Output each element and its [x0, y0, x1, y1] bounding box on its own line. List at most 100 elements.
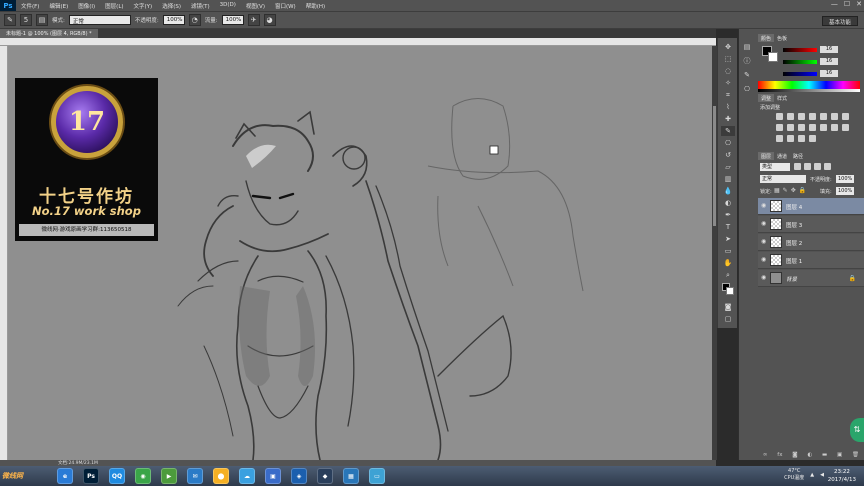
tab-channels[interactable]: 通道	[774, 152, 790, 160]
levels-icon[interactable]	[787, 113, 794, 120]
ruler-vertical[interactable]	[0, 46, 8, 460]
pen-tool-icon[interactable]: ✒	[721, 210, 735, 220]
taskbar-app-icon[interactable]: ▦	[343, 468, 359, 484]
taskbar-app-icon[interactable]: ▶	[161, 468, 177, 484]
channel-mixer-icon[interactable]	[809, 124, 816, 131]
stamp-tool-icon[interactable]: ⎔	[721, 138, 735, 148]
color-spectrum-shade[interactable]	[758, 89, 860, 92]
posterize-icon[interactable]	[842, 124, 849, 131]
hand-tool-icon[interactable]: ✋	[721, 258, 735, 268]
floating-widget-icon[interactable]: ⇅	[850, 418, 864, 442]
taskbar-app-icon[interactable]: QQ	[109, 468, 125, 484]
bw-icon[interactable]	[787, 124, 794, 131]
layer-row[interactable]: ◉ 图层 4	[758, 198, 864, 215]
menu-item[interactable]: 文件(F)	[16, 2, 44, 10]
menu-item[interactable]: 窗口(W)	[270, 2, 301, 10]
taskbar-app-icon[interactable]: Ps	[83, 468, 99, 484]
blur-tool-icon[interactable]: 💧	[721, 186, 735, 196]
gradient-tool-icon[interactable]: ▥	[721, 174, 735, 184]
history-brush-tool-icon[interactable]: ↺	[721, 150, 735, 160]
visibility-eye-icon[interactable]: ◉	[761, 275, 768, 281]
visibility-eye-icon[interactable]: ◉	[761, 257, 768, 263]
new-adjustment-icon[interactable]: ◐	[807, 452, 812, 460]
menu-item[interactable]: 文字(Y)	[129, 2, 158, 10]
filter-type-icon[interactable]	[814, 163, 821, 170]
layer-row[interactable]: ◉ 背景 🔒	[758, 270, 864, 287]
shape-tool-icon[interactable]: ▭	[721, 246, 735, 256]
lookup-icon[interactable]	[820, 124, 827, 131]
clone-panel-icon[interactable]: ⎔	[740, 84, 754, 94]
taskbar-app-icon[interactable]: ⬤	[213, 468, 229, 484]
layer-opacity-field[interactable]: 100%	[836, 175, 854, 183]
network-icon[interactable]: ▲	[810, 472, 814, 478]
brush-tool-icon[interactable]: ✎	[721, 126, 735, 136]
type-tool-icon[interactable]: T	[721, 222, 735, 232]
menu-item[interactable]: 3D(D)	[215, 2, 241, 10]
airbrush-icon[interactable]: ✈	[247, 14, 260, 26]
lasso-tool-icon[interactable]: ◌	[721, 66, 735, 76]
green-value[interactable]: 16	[820, 58, 838, 65]
zoom-tool-icon[interactable]: ⌕	[721, 270, 735, 280]
invert-icon[interactable]	[831, 124, 838, 131]
layer-row[interactable]: ◉ 图层 1	[758, 252, 864, 269]
new-layer-icon[interactable]: ▣	[837, 452, 842, 460]
shadows-icon[interactable]	[798, 135, 805, 142]
hue-sat-icon[interactable]	[842, 113, 849, 120]
marquee-tool-icon[interactable]: ⬚	[721, 54, 735, 64]
tab-styles[interactable]: 样式	[774, 94, 790, 102]
brush-panel-icon[interactable]: ▤	[36, 14, 48, 26]
filter-pixel-icon[interactable]	[794, 163, 801, 170]
blue-value[interactable]: 16	[820, 70, 838, 77]
menu-item[interactable]: 选择(S)	[157, 2, 186, 10]
tab-paths[interactable]: 路径	[790, 152, 806, 160]
green-slider[interactable]	[783, 60, 817, 64]
tab-color[interactable]: 颜色	[758, 34, 775, 42]
curves-icon[interactable]	[798, 113, 805, 120]
menu-item[interactable]: 滤镜(T)	[186, 2, 215, 10]
mode-select[interactable]: 正常	[68, 15, 131, 25]
vibrance-icon[interactable]	[820, 113, 827, 120]
brush-panel-icon[interactable]: ✎	[740, 70, 754, 80]
crop-tool-icon[interactable]: ⌗	[721, 90, 735, 100]
eraser-tool-icon[interactable]: ▱	[721, 162, 735, 172]
layer-kind-filter[interactable]: 类型	[760, 163, 790, 171]
quick-select-tool-icon[interactable]: ✧	[721, 78, 735, 88]
start-button[interactable]: 微线网	[2, 467, 52, 485]
path-select-tool-icon[interactable]: ➤	[721, 234, 735, 244]
volume-icon[interactable]: ◀	[820, 472, 824, 478]
blue-slider[interactable]	[783, 72, 817, 76]
minimize-button[interactable]: —	[831, 0, 838, 8]
clock[interactable]: 23:22 2017/4/13	[828, 468, 856, 484]
red-slider[interactable]	[783, 48, 817, 52]
visibility-eye-icon[interactable]: ◉	[761, 203, 768, 209]
tab-layers[interactable]: 图层	[758, 152, 775, 160]
scrollbar-thumb[interactable]	[713, 106, 716, 226]
selective-color-icon[interactable]	[787, 135, 794, 142]
move-tool-icon[interactable]: ✥	[721, 42, 735, 52]
menu-item[interactable]: 编辑(E)	[44, 2, 73, 10]
taskbar-app-icon[interactable]: ◉	[135, 468, 151, 484]
properties-panel-icon[interactable]: ⓘ	[740, 56, 754, 66]
visibility-eye-icon[interactable]: ◉	[761, 239, 768, 245]
taskbar-app-icon[interactable]: ☁	[239, 468, 255, 484]
visibility-eye-icon[interactable]: ◉	[761, 221, 768, 227]
pressure-opacity-icon[interactable]: ◔	[188, 14, 201, 26]
brightness-icon[interactable]	[776, 113, 783, 120]
color-balance-icon[interactable]	[776, 124, 783, 131]
layer-style-icon[interactable]: fx	[777, 452, 782, 460]
hdr-icon[interactable]	[809, 135, 816, 142]
layer-row[interactable]: ◉ 图层 2	[758, 234, 864, 251]
filter-adjust-icon[interactable]	[804, 163, 811, 170]
gradient-map-icon[interactable]	[831, 113, 838, 120]
new-group-icon[interactable]: ▬	[822, 452, 827, 460]
quick-mask-icon[interactable]: ◙	[721, 302, 735, 312]
add-mask-icon[interactable]: ◙	[792, 452, 797, 460]
document-tab[interactable]: 未标题-1 @ 100% (图层 4, RGB/8) *	[0, 29, 98, 38]
blend-mode-select[interactable]: 正常	[760, 175, 806, 183]
delete-layer-icon[interactable]: 🗑	[852, 452, 859, 460]
lock-icons[interactable]: ▦✎✥🔒	[774, 187, 809, 194]
taskbar-app-icon[interactable]: ▣	[265, 468, 281, 484]
maximize-button[interactable]: ☐	[844, 0, 850, 8]
taskbar-app-icon[interactable]: e	[57, 468, 73, 484]
close-button[interactable]: ✕	[856, 0, 862, 8]
